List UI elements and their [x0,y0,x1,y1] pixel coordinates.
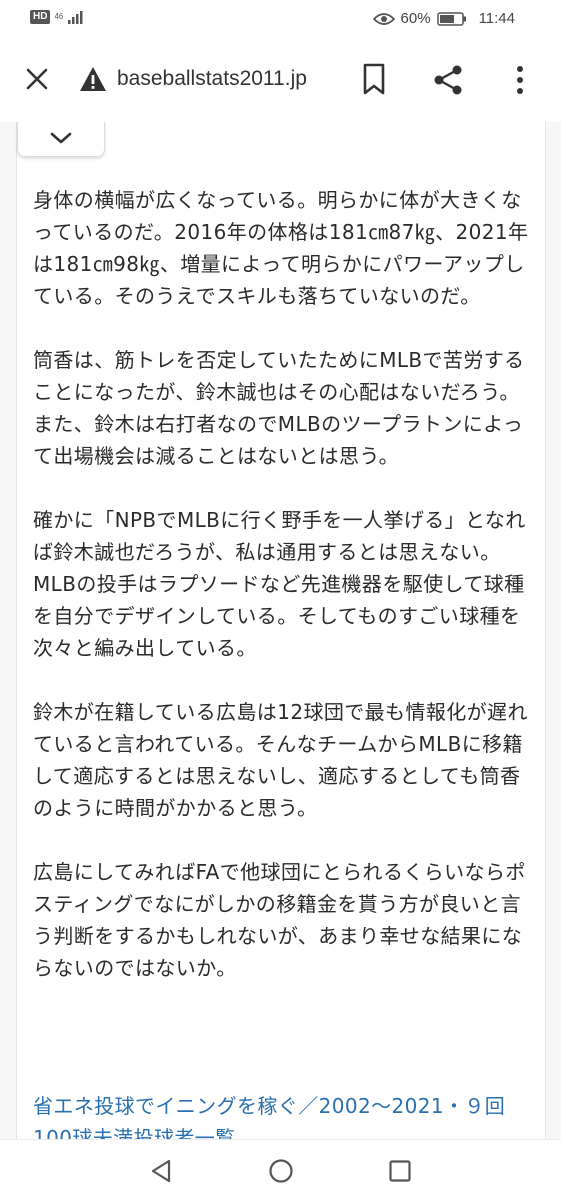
more-vert-icon[interactable] [512,64,528,96]
related-article-link[interactable]: 省エネ投球でイニングを稼ぐ／2002〜2021・９回 100球未満投球者一覧 [33,1090,533,1139]
article-paragraph: 身体の横幅が広くなっている。明らかに体が大きくなっているのだ。2016年の体格は… [33,188,529,308]
close-icon[interactable] [22,64,52,94]
hd-badge: HD [30,10,51,24]
article-card: 身体の横幅が広くなっている。明らかに体が大きくなっているのだ。2016年の体格は… [16,122,546,1139]
url-text[interactable]: baseballstats2011.jp [117,67,307,91]
article-paragraph: 鈴木が在籍している広島は12球団で最も情報化が遅れていると言われている。そんなチ… [33,700,528,820]
system-nav-bar [0,1139,561,1201]
article-paragraph: 筒香は、筋トレを否定していたためにMLBで苦労することになったが、鈴木誠也はその… [33,348,525,468]
eye-comfort-icon [372,12,395,25]
status-left: HD 46 [30,9,87,25]
chevron-down-icon [50,132,72,144]
bookmark-icon[interactable] [360,62,388,96]
content-area: 身体の横幅が広くなっている。明らかに体が大きくなっているのだ。2016年の体格は… [0,122,561,1139]
battery-icon [436,11,466,26]
warning-icon[interactable] [79,66,107,92]
article-paragraph: 確かに「NPBでMLBに行く野手を一人挙げる」となれば鈴木誠也だろうが、私は通用… [33,508,526,660]
related-link-line-1[interactable]: 省エネ投球でイニングを稼ぐ／2002〜2021・９回 [33,1090,533,1122]
collapse-toolbar-button[interactable] [17,122,105,157]
signal-icon [68,11,83,24]
status-right: 60% 11:44 [372,10,515,27]
related-link-line-2[interactable]: 100球未満投球者一覧 [33,1122,533,1139]
network-type: 46 [54,12,64,21]
share-icon[interactable] [432,64,464,96]
article-body: 身体の横幅が広くなっている。明らかに体が大きくなっているのだ。2016年の体格は… [33,184,533,1016]
clock: 11:44 [478,10,515,27]
article-paragraph: 広島にしてみればFAで他球団にとられるくらいならポスティングでなにがしかの移籍金… [33,860,526,980]
browser-toolbar: baseballstats2011.jp [0,40,561,123]
status-bar: HD 46 60% 11:44 [0,0,561,40]
battery-percent: 60% [400,10,431,27]
recents-square-icon[interactable] [388,1159,412,1183]
back-triangle-icon[interactable] [148,1158,174,1184]
home-circle-icon[interactable] [268,1158,294,1184]
